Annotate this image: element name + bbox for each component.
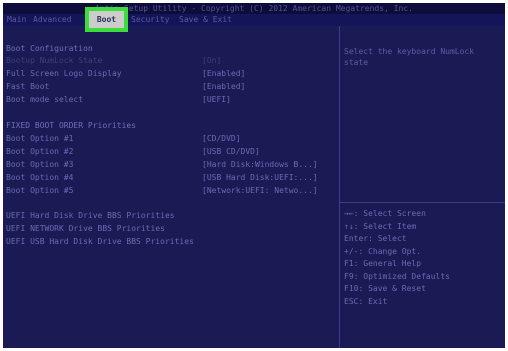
help-divider [340,202,505,203]
setting-label-logo-display[interactable]: Full Screen Logo Display [6,69,122,79]
panel-divider [339,26,340,348]
setting-label-fast-boot[interactable]: Fast Boot [6,82,49,92]
tab-bar: Main Advanced Boot Security Save & Exit [3,7,505,32]
setting-value-fast-boot[interactable]: [Enabled] [202,82,245,92]
section-header-fixed-boot-order: FIXED BOOT ORDER Priorities [6,121,137,130]
key-legend-select-screen: →←: Select Screen [344,209,426,218]
bbs-priority-usb-hard-disk[interactable]: UEFI USB Hard Disk Drive BBS Priorities [6,237,194,247]
bbs-priority-network[interactable]: UEFI NETWORK Drive BBS Priorities [6,224,165,234]
boot-option-5-value[interactable]: [Network:UEFI: Netwo...] [202,186,318,196]
help-text: Select the keyboard NumLock state [344,47,475,67]
tab-security[interactable]: Security [131,14,170,26]
boot-option-3-value[interactable]: [Hard Disk:Windows B...] [202,160,318,170]
tab-advanced[interactable]: Advanced [33,14,72,26]
section-header-boot-configuration: Boot Configuration [6,44,93,53]
boot-option-1-value[interactable]: [CD/DVD] [202,134,241,144]
key-legend-general-help: F1: General Help [344,259,422,268]
setting-label-numlock[interactable]: Bootup NumLock State [6,56,102,66]
boot-option-1-label[interactable]: Boot Option #1 [6,134,73,144]
tab-main[interactable]: Main [7,14,26,26]
setting-value-boot-mode[interactable]: [UEFI] [202,95,231,105]
key-legend-save-reset: F10: Save & Reset [344,284,426,293]
bios-screen: Aptio Setup Utility - Copyright (C) 2012… [3,3,505,348]
setting-label-boot-mode[interactable]: Boot mode select [6,95,83,105]
key-legend-enter: Enter: Select [344,234,407,243]
boot-option-4-value[interactable]: [USB Hard Disk:UEFI:...] [202,173,318,183]
setting-value-logo-display[interactable]: [Enabled] [202,69,245,79]
key-legend-exit: ESC: Exit [344,296,388,306]
boot-option-5-label[interactable]: Boot Option #5 [6,186,73,196]
key-legend: →←: Select Screen ↑↓: Select Item Enter:… [344,208,450,308]
key-legend-change-opt: +/-: Change Opt. [344,246,422,256]
boot-option-2-label[interactable]: Boot Option #2 [6,147,73,157]
boot-option-3-label[interactable]: Boot Option #3 [6,160,73,170]
tab-boot[interactable]: Boot [85,7,128,32]
key-legend-select-item: ↑↓: Select Item [344,221,417,231]
bbs-priority-hard-disk[interactable]: UEFI Hard Disk Drive BBS Priorities [6,211,175,221]
boot-option-2-value[interactable]: [USB CD/DVD] [202,147,260,157]
setting-value-numlock[interactable]: [On] [202,56,221,66]
tab-save-exit[interactable]: Save & Exit [179,14,232,26]
boot-option-4-label[interactable]: Boot Option #4 [6,173,73,183]
key-legend-optimized-defaults: F9: Optimized Defaults [344,271,450,281]
title-bar: Aptio Setup Utility - Copyright (C) 2012… [3,3,505,14]
